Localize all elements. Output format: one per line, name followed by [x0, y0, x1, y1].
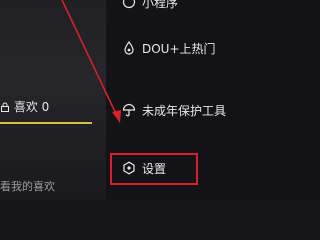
menu-item-label: 小程序 — [142, 0, 179, 10]
dou-plus-icon — [122, 41, 136, 55]
menu-item-label: DOU+上热门 — [142, 41, 216, 56]
umbrella-icon — [122, 103, 136, 117]
menu-item-dou-plus[interactable]: DOU+上热门 — [122, 36, 216, 60]
menu-item-minor-protection[interactable]: 未成年保护工具 — [122, 98, 226, 122]
likes-tab-label: 喜欢 0 — [13, 100, 50, 114]
menu-item-mini-program[interactable]: 小程序 — [122, 0, 178, 14]
active-tab-indicator — [0, 122, 92, 124]
mini-program-icon — [122, 0, 136, 9]
lock-icon — [0, 101, 10, 112]
menu-item-label: 未成年保护工具 — [142, 103, 227, 118]
settings-highlight-box — [110, 153, 198, 185]
likes-tab[interactable]: 喜欢 0 — [0, 98, 49, 115]
profile-panel: 喜欢 0 看我的喜欢 — [0, 0, 106, 200]
likes-hint-text: 看我的喜欢 — [0, 180, 55, 193]
